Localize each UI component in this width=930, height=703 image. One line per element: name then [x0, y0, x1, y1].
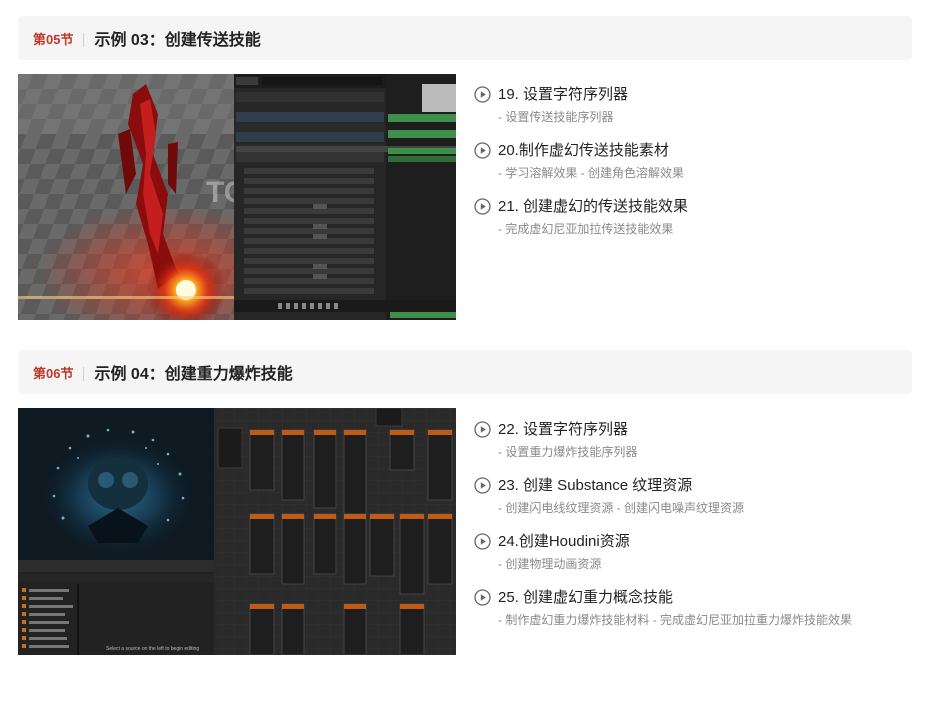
section-thumbnail-06[interactable]: Select a source on the left to begin edi… — [18, 408, 456, 655]
lesson-title[interactable]: 19. 设置字符序列器 — [498, 83, 628, 104]
gravity-explosion-screenshot: Select a source on the left to begin edi… — [18, 408, 456, 655]
play-circle-icon — [474, 533, 491, 550]
lesson-list-06: 22. 设置字符序列器 - 设置重力爆炸技能序列器 23. 创建 Substan… — [474, 417, 914, 641]
lesson-item[interactable]: 21. 创建虚幻的传送技能效果 - 完成虚幻尼亚加拉传送技能效果 — [474, 194, 914, 250]
play-circle-icon — [474, 198, 491, 215]
section-header-06: 第06节 示例 04：创建重力爆炸技能 — [18, 350, 912, 394]
play-circle-icon — [474, 477, 491, 494]
lesson-title[interactable]: 23. 创建 Substance 纹理资源 — [498, 474, 692, 495]
lesson-item[interactable]: 19. 设置字符序列器 - 设置传送技能序列器 — [474, 82, 914, 138]
lesson-subtitle: - 制作虚幻重力爆炸技能材料 - 完成虚幻尼亚加拉重力爆炸技能效果 — [498, 613, 852, 627]
lesson-subtitle: - 创建闪电线纹理资源 - 创建闪电噪声纹理资源 — [498, 501, 744, 515]
lesson-item[interactable]: 22. 设置字符序列器 - 设置重力爆炸技能序列器 — [474, 417, 914, 473]
lesson-subtitle: - 创建物理动画资源 — [498, 557, 602, 571]
lesson-list-05: 19. 设置字符序列器 - 设置传送技能序列器 20.制作虚幻传送技能素材 - … — [474, 82, 914, 250]
lesson-subtitle: - 学习溶解效果 - 创建角色溶解效果 — [498, 166, 684, 180]
section-number: 第05节 — [33, 33, 85, 47]
teleport-skill-screenshot: TOMCG — [18, 74, 456, 320]
play-circle-icon — [474, 589, 491, 606]
lesson-item[interactable]: 24.创建Houdini资源 - 创建物理动画资源 — [474, 529, 914, 585]
editor-status-text: Select a source on the left to begin edi… — [106, 646, 199, 652]
lesson-title[interactable]: 21. 创建虚幻的传送技能效果 — [498, 195, 688, 216]
section-number: 第06节 — [33, 367, 85, 381]
section-header-05: 第05节 示例 03：创建传送技能 — [18, 16, 912, 60]
lesson-title[interactable]: 25. 创建虚幻重力概念技能 — [498, 586, 673, 607]
lesson-title[interactable]: 24.创建Houdini资源 — [498, 530, 630, 551]
lesson-title[interactable]: 22. 设置字符序列器 — [498, 418, 628, 439]
play-circle-icon — [474, 142, 491, 159]
lesson-title[interactable]: 20.制作虚幻传送技能素材 — [498, 139, 669, 160]
section-title: 示例 04：创建重力爆炸技能 — [94, 366, 293, 383]
section-title: 示例 03：创建传送技能 — [94, 32, 261, 49]
lesson-item[interactable]: 23. 创建 Substance 纹理资源 - 创建闪电线纹理资源 - 创建闪电… — [474, 473, 914, 529]
play-circle-icon — [474, 86, 491, 103]
section-thumbnail-05[interactable]: TOMCG — [18, 74, 456, 320]
lesson-subtitle: - 设置传送技能序列器 — [498, 110, 614, 124]
lesson-subtitle: - 设置重力爆炸技能序列器 — [498, 445, 638, 459]
lesson-item[interactable]: 20.制作虚幻传送技能素材 - 学习溶解效果 - 创建角色溶解效果 — [474, 138, 914, 194]
lesson-subtitle: - 完成虚幻尼亚加拉传送技能效果 — [498, 222, 674, 236]
play-circle-icon — [474, 421, 491, 438]
lesson-item[interactable]: 25. 创建虚幻重力概念技能 - 制作虚幻重力爆炸技能材料 - 完成虚幻尼亚加拉… — [474, 585, 914, 641]
